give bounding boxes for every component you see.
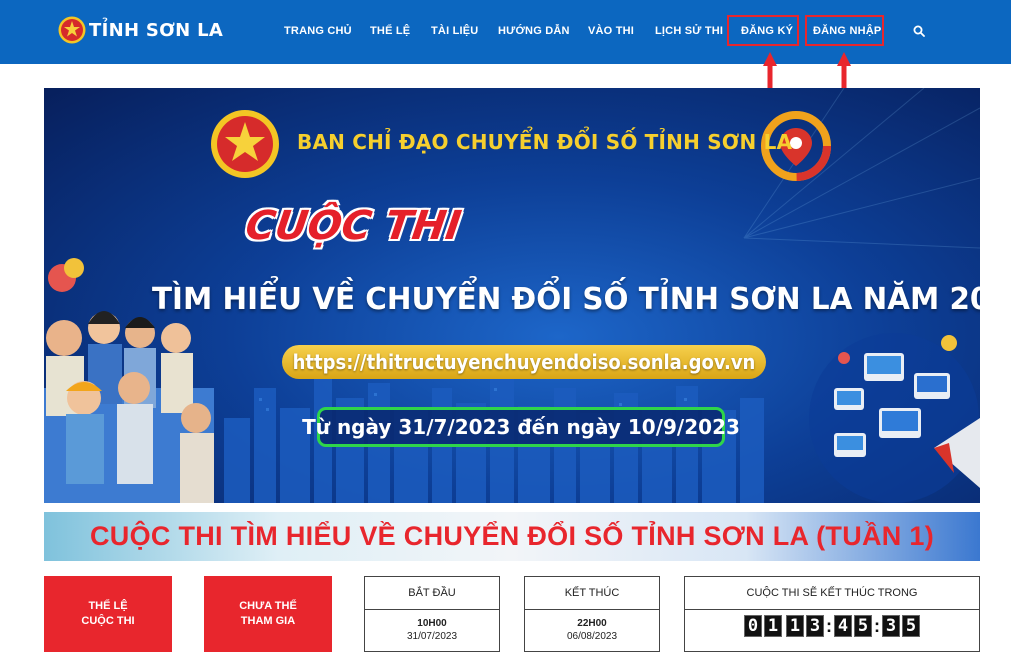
countdown-hours-ones: 3 bbox=[806, 615, 824, 637]
join-status-line2: THAM GIA bbox=[240, 615, 296, 627]
banner-organizer: BAN CHỈ ĐẠO CHUYỂN ĐỔI SỐ TỈNH SƠN LA bbox=[297, 130, 793, 154]
countdown-days-tens: 0 bbox=[744, 615, 762, 637]
countdown-label: CUỘC THI SẼ KẾT THÚC TRONG bbox=[685, 577, 979, 610]
hero-banner: BAN CHỈ ĐẠO CHUYỂN ĐỔI SỐ TỈNH SƠN LA CU… bbox=[44, 88, 980, 503]
join-status-button[interactable]: CHƯA THỂ THAM GIA bbox=[204, 576, 332, 652]
rules-button-line2: CUỘC THI bbox=[81, 615, 135, 627]
nav-home[interactable]: TRANG CHỦ bbox=[284, 25, 352, 37]
start-date: 31/07/2023 bbox=[406, 631, 458, 642]
start-time: 10H00 bbox=[417, 618, 447, 629]
site-header: TỈNH SƠN LA TRANG CHỦ THỂ LỆ TÀI LIỆU HƯ… bbox=[0, 0, 1011, 64]
end-time: 22H00 bbox=[577, 618, 607, 629]
nav-exam-history[interactable]: LỊCH SỬ THI bbox=[655, 25, 723, 37]
countdown-minutes-ones: 5 bbox=[854, 615, 872, 637]
countdown-days-ones: 1 bbox=[764, 615, 782, 637]
banner-dates: Từ ngày 31/7/2023 đến ngày 10/9/2023 bbox=[302, 407, 740, 447]
banner-url: https://thitructuyenchuyendoiso.sonla.go… bbox=[282, 345, 766, 379]
rules-button-line1: THỂ LỆ bbox=[88, 600, 128, 612]
end-date: 06/08/2023 bbox=[566, 631, 618, 642]
banner-title: TÌM HIỂU VỀ CHUYỂN ĐỔI SỐ TỈNH SƠN LA NĂ… bbox=[152, 282, 980, 317]
nav-documents[interactable]: TÀI LIỆU bbox=[431, 25, 478, 37]
nav-login[interactable]: ĐĂNG NHẬP bbox=[813, 25, 881, 37]
countdown-seconds-ones: 5 bbox=[902, 615, 920, 637]
countdown-box: CUỘC THI SẼ KẾT THÚC TRONG 0 1 1 3 : 4 5… bbox=[684, 576, 980, 652]
nav-guide[interactable]: HƯỚNG DẪN bbox=[498, 25, 570, 37]
end-time-box: KẾT THÚC 22H00 06/08/2023 bbox=[524, 576, 660, 652]
site-logo[interactable]: TỈNH SƠN LA bbox=[58, 16, 223, 44]
countdown-hours-tens: 1 bbox=[786, 615, 804, 637]
nav-rules[interactable]: THỂ LỆ bbox=[370, 25, 410, 37]
contest-title-bar: CUỘC THI TÌM HIỂU VỀ CHUYỂN ĐỔI SỐ TỈNH … bbox=[44, 512, 980, 561]
countdown-separator: : bbox=[874, 615, 880, 636]
nav-enter-exam[interactable]: VÀO THI bbox=[588, 25, 634, 37]
search-icon[interactable] bbox=[913, 25, 925, 37]
start-time-box: BẮT ĐẦU 10H00 31/07/2023 bbox=[364, 576, 500, 652]
join-status-line1: CHƯA THỂ bbox=[239, 600, 297, 612]
end-label: KẾT THÚC bbox=[525, 577, 659, 610]
nav-register[interactable]: ĐĂNG KÝ bbox=[741, 25, 793, 37]
brand-name: TỈNH SƠN LA bbox=[89, 19, 224, 41]
contest-title: CUỘC THI TÌM HIỂU VỀ CHUYỂN ĐỔI SỐ TỈNH … bbox=[89, 521, 935, 551]
start-label: BẮT ĐẦU bbox=[365, 577, 499, 610]
rules-button[interactable]: THỂ LỆ CUỘC THI bbox=[44, 576, 172, 652]
countdown-seconds-tens: 3 bbox=[882, 615, 900, 637]
banner-contest-word: CUỘC THI bbox=[242, 203, 464, 249]
countdown-separator: : bbox=[826, 615, 832, 636]
countdown-minutes-tens: 4 bbox=[834, 615, 852, 637]
countdown-timer: 0 1 1 3 : 4 5 : 3 5 bbox=[685, 615, 979, 637]
emblem-icon bbox=[58, 16, 86, 44]
